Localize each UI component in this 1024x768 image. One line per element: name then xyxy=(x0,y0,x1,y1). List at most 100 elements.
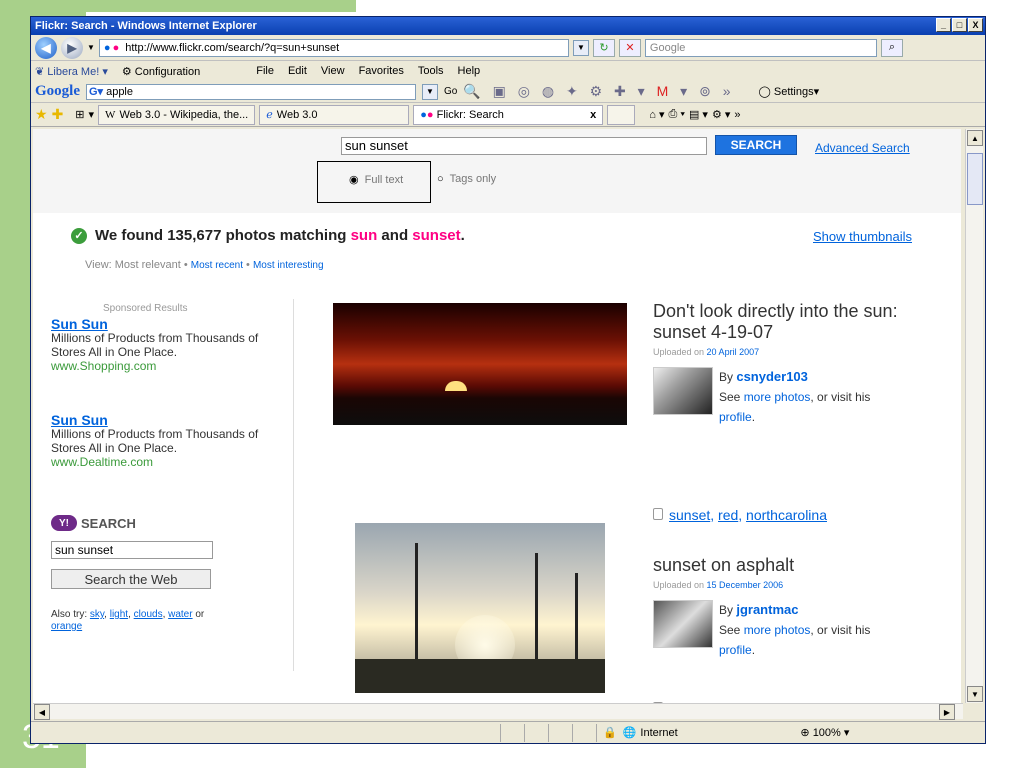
google-toolbar: Google G▾ apple ▼ Go 🔍 ▣ ◎ ◍ ✦ ⚙ ✚ ▾ M ▾ … xyxy=(31,81,985,103)
tabs-bar: ★ ✚ ⊞ ▾ W Web 3.0 - Wikipedia, the... ℯ We… xyxy=(31,103,985,127)
tab-flickr[interactable]: ●● Flickr: Search x xyxy=(413,104,604,125)
refresh-icon[interactable]: ↻ xyxy=(592,38,615,57)
vertical-scrollbar[interactable]: ▲ ▼ xyxy=(965,129,983,703)
byline: By jgrantmac See more photos, or visit h… xyxy=(719,602,871,657)
forward-button[interactable]: ▶ xyxy=(61,36,83,59)
url-text: http://www.flickr.com/search/?q=sun+suns… xyxy=(125,41,340,54)
maximize-button[interactable]: □ xyxy=(952,18,967,32)
avatar[interactable] xyxy=(653,600,713,648)
profile-link[interactable]: profile xyxy=(719,643,752,657)
date-link[interactable]: 20 April 2007 xyxy=(707,347,760,357)
also-try-link[interactable]: orange xyxy=(51,621,82,632)
configuration-button[interactable]: ⚙ Configuration xyxy=(122,65,200,78)
scroll-left-icon[interactable]: ◀ xyxy=(34,704,50,720)
configuration-icon: ⚙ xyxy=(121,65,132,78)
print-icon[interactable]: ⎙ ▾ xyxy=(668,108,684,121)
results-count: ✓ We found 135,677 photos matching sun a… xyxy=(71,227,465,244)
libera-me-button[interactable]: ❦ Libera Me! ▾ xyxy=(35,65,108,78)
zoom-control[interactable]: ⊕ 100% ▾ xyxy=(800,726,849,739)
protected-mode-icon[interactable]: 🔒 xyxy=(603,726,617,739)
yahoo-search-input[interactable]: sun sunset xyxy=(51,541,213,559)
menu-file[interactable]: File xyxy=(256,65,274,77)
tag-link[interactable]: sunset xyxy=(669,507,710,523)
sunset-photo[interactable] xyxy=(333,303,627,425)
status-pane xyxy=(549,723,573,742)
tab-web30[interactable]: ℯ Web 3.0 xyxy=(259,104,410,125)
yahoo-search-logo: Y! SEARCH xyxy=(51,515,136,531)
quick-tabs-icon[interactable]: ⊞ xyxy=(75,108,84,121)
sun-shape xyxy=(445,381,467,391)
show-thumbnails-link[interactable]: Show thumbnails xyxy=(813,229,912,244)
minimize-button[interactable]: _ xyxy=(936,18,951,32)
also-try-link[interactable]: water xyxy=(168,609,192,620)
sponsored-ad: Sun Sun Millions of Products from Thousa… xyxy=(51,317,261,373)
ad-url[interactable]: www.Shopping.com xyxy=(51,359,261,373)
tab-close-icon[interactable]: x xyxy=(590,109,596,121)
most-interesting-link[interactable]: Most interesting xyxy=(253,260,324,271)
date-link[interactable]: 15 December 2006 xyxy=(707,580,784,590)
menu-tools[interactable]: Tools xyxy=(418,65,444,77)
flickr-search-input[interactable]: sun sunset xyxy=(341,137,707,155)
username-link[interactable]: jgrantmac xyxy=(736,602,798,617)
tab-wikipedia[interactable]: W Web 3.0 - Wikipedia, the... xyxy=(98,104,256,125)
result-title-link[interactable]: sunset on asphalt xyxy=(653,555,953,576)
most-recent-link[interactable]: Most recent xyxy=(191,260,243,271)
close-button[interactable]: X xyxy=(968,18,983,32)
tags-only-radio[interactable]: ○ Tags only xyxy=(437,173,496,185)
menu-view[interactable]: View xyxy=(321,65,345,77)
stop-icon[interactable]: ✕ xyxy=(618,38,641,57)
byline: By csnyder103 See more photos, or visit … xyxy=(719,369,871,424)
also-try-link[interactable]: sky xyxy=(90,609,104,620)
scroll-thumb[interactable] xyxy=(967,153,983,205)
page-icon[interactable]: ▤ ▾ xyxy=(689,108,708,121)
flickr-search-button[interactable]: SEARCH xyxy=(715,135,797,155)
google-dropdown-icon[interactable]: ▼ xyxy=(422,83,438,100)
history-dropdown-icon[interactable]: ▼ xyxy=(87,43,95,52)
more-photos-link[interactable]: more photos xyxy=(744,623,811,637)
sponsored-ad: Sun Sun Millions of Products from Thousa… xyxy=(51,413,261,469)
scroll-down-icon[interactable]: ▼ xyxy=(967,686,983,702)
more-photos-link[interactable]: more photos xyxy=(744,390,811,404)
asphalt-sunset-photo[interactable] xyxy=(355,523,605,693)
toolbar-icons[interactable]: 🔍 ▣ ◎ ◍ ✦ ⚙ ✚ ▾ M ▾ ⊚ » xyxy=(463,83,734,100)
avatar[interactable] xyxy=(653,367,713,415)
ad-title-link[interactable]: Sun Sun xyxy=(51,413,261,427)
ad-url[interactable]: www.Dealtime.com xyxy=(51,455,261,469)
menu-favorites[interactable]: Favorites xyxy=(359,65,404,77)
profile-link[interactable]: profile xyxy=(719,410,752,424)
horizontal-scrollbar[interactable]: ◀ ▶ xyxy=(33,703,963,720)
scroll-up-icon[interactable]: ▲ xyxy=(967,130,983,146)
also-try: Also try: sky, light, clouds, water or o… xyxy=(51,609,205,632)
search-icon[interactable]: ⌕ xyxy=(880,38,903,57)
google-go-button[interactable]: Go xyxy=(444,86,457,97)
url-dropdown-icon[interactable]: ▼ xyxy=(572,39,589,56)
ad-title-link[interactable]: Sun Sun xyxy=(51,317,261,331)
menu-bar: ❦ Libera Me! ▾ ⚙ Configuration File Edit… xyxy=(31,61,985,81)
menu-help[interactable]: Help xyxy=(458,65,481,77)
also-try-link[interactable]: light xyxy=(110,609,128,620)
scroll-right-icon[interactable]: ▶ xyxy=(939,704,955,720)
home-icon[interactable]: ⌂ ▾ xyxy=(649,108,664,121)
username-link[interactable]: csnyder103 xyxy=(736,369,808,384)
browser-window: Flickr: Search - Windows Internet Explor… xyxy=(30,16,986,744)
advanced-search-link[interactable]: Advanced Search xyxy=(815,141,910,155)
url-field[interactable]: ● ● http://www.flickr.com/search/?q=sun+s… xyxy=(98,38,569,57)
tools-icon[interactable]: ⚙ ▾ xyxy=(712,108,730,121)
full-text-radio[interactable]: ◉ Full text xyxy=(349,173,403,187)
result-title-link[interactable]: Don't look directly into the sun: sunset… xyxy=(653,301,953,343)
more-icon[interactable]: » xyxy=(734,109,740,121)
google-query-input[interactable]: G▾ apple xyxy=(86,83,416,100)
tab-list-icon[interactable]: ▾ xyxy=(89,108,95,121)
search-the-web-button[interactable]: Search the Web xyxy=(51,569,211,589)
favorites-star-icon[interactable]: ★ xyxy=(35,106,48,123)
tag-link[interactable]: red xyxy=(718,507,738,523)
add-favorite-icon[interactable]: ✚ xyxy=(52,106,64,123)
google-search-input[interactable]: Google xyxy=(644,38,877,57)
back-button[interactable]: ◀ xyxy=(35,36,57,59)
menu-edit[interactable]: Edit xyxy=(288,65,307,77)
settings-button[interactable]: ◯ Settings▾ xyxy=(758,85,819,98)
new-tab-button[interactable] xyxy=(607,104,636,125)
also-try-link[interactable]: clouds xyxy=(134,609,163,620)
title-bar: Flickr: Search - Windows Internet Explor… xyxy=(31,17,985,35)
tag-link[interactable]: northcarolina xyxy=(746,507,827,523)
